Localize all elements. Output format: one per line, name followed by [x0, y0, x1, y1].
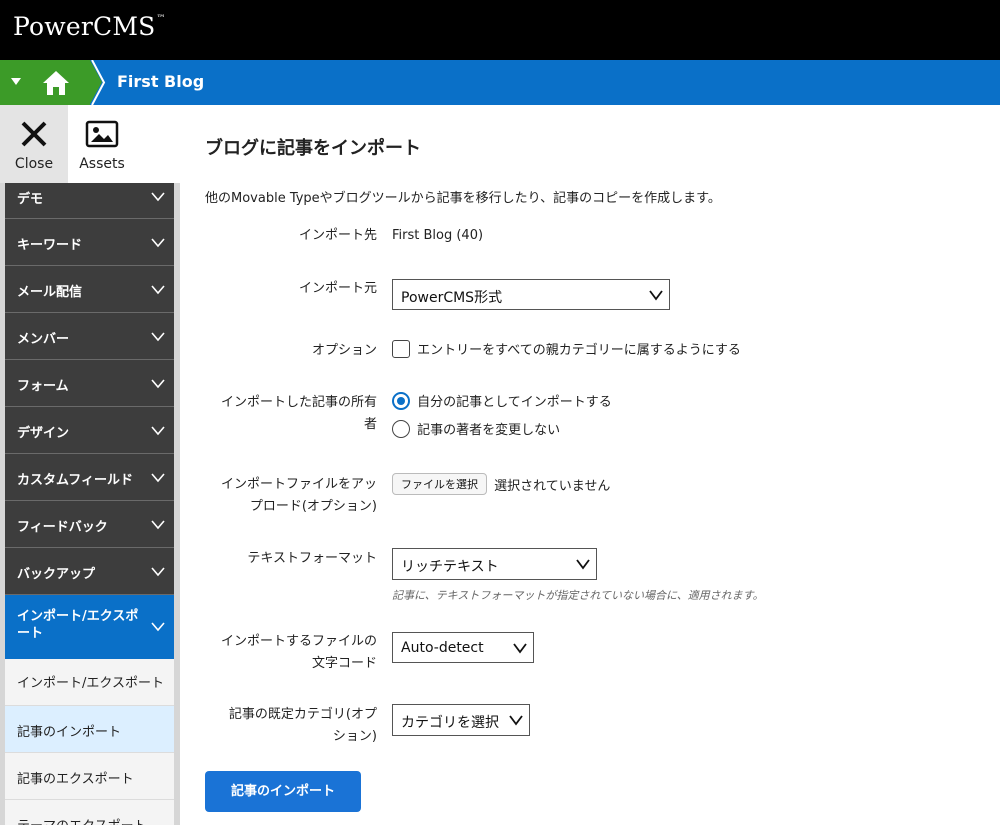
sidebar-item-members[interactable]: メンバー: [5, 313, 174, 360]
parent-category-checkbox-label[interactable]: エントリーをすべての親カテゴリーに属するようにする: [417, 343, 741, 358]
file-input: ファイルを選択 選択されていません: [392, 473, 610, 495]
encoding-label-line1: インポートするファイルの: [220, 634, 377, 649]
owner-label-line1: インポートした記事の所有: [220, 395, 377, 410]
sidebar-item-label: フィードバック: [17, 520, 108, 535]
sidebar-menu: デモ キーワード メール配信 メンバー フォーム デザイン カスタムフィールド: [5, 183, 174, 825]
page-description: 他のMovable Typeやブログツールから記事を移行したり、記事のコピーを作…: [205, 191, 721, 206]
sidebar-item-label: デモ: [17, 192, 44, 207]
sidebar-item-design[interactable]: デザイン: [5, 407, 174, 454]
chevron-down-icon: [151, 426, 165, 436]
dropdown-triangle-icon[interactable]: [11, 78, 21, 85]
sidebar-item-feedback[interactable]: フィードバック: [5, 501, 174, 548]
chevron-down-icon: [576, 559, 590, 570]
upload-label-line2: プロード(オプション): [249, 499, 377, 514]
blog-bar: First Blog: [0, 60, 1000, 105]
import-as-me-radio[interactable]: [392, 391, 410, 410]
import-as-me-label[interactable]: 自分の記事としてインポートする: [417, 395, 612, 410]
import-from-label: インポート元: [298, 281, 377, 296]
options-field: エントリーをすべての親カテゴリーに属するようにする: [392, 339, 741, 358]
chevron-down-icon: [151, 238, 165, 248]
sidebar-item-label: バックアップ: [17, 567, 96, 582]
sidebar-item-form[interactable]: フォーム: [5, 360, 174, 407]
sidebar-subitem-import-entries[interactable]: 記事のインポート: [5, 706, 174, 753]
sidebar-item-import-export[interactable]: インポート/エクスポート: [5, 595, 174, 659]
chevron-down-icon: [151, 520, 165, 530]
close-button[interactable]: Close: [0, 105, 68, 183]
sidebar-item-label: メール配信: [17, 285, 83, 300]
import-entries-button[interactable]: 記事のインポート: [205, 771, 361, 812]
page-title: ブログに記事をインポート: [205, 138, 421, 159]
chevron-down-icon: [151, 567, 165, 577]
home-icon[interactable]: [42, 70, 70, 96]
import-from-selected-value: PowerCMS形式: [401, 290, 503, 306]
text-format-label: テキストフォーマット: [247, 551, 377, 566]
close-icon: [21, 121, 47, 147]
sidebar: デモ キーワード メール配信 メンバー フォーム デザイン カスタムフィールド: [0, 183, 180, 825]
sidebar-subitem-label: 記事のエクスポート: [17, 772, 134, 787]
owner-radio-2-row: 記事の著者を変更しない: [392, 419, 560, 438]
sidebar-item-custom-field[interactable]: カスタムフィールド: [5, 454, 174, 501]
brand-bar: PowerCMS™: [0, 0, 1000, 60]
sidebar-item-label: インポート/エクスポート: [17, 609, 139, 641]
category-select[interactable]: カテゴリを選択: [392, 704, 530, 736]
trademark: ™: [156, 14, 166, 24]
upload-label-line1: インポートファイルをアッ: [220, 477, 377, 492]
import-to-value: First Blog (40): [392, 228, 484, 243]
chevron-down-icon: [151, 285, 165, 295]
chevron-down-icon: [151, 473, 165, 483]
sidebar-item-keyword[interactable]: キーワード: [5, 219, 174, 266]
sidebar-subitem-export-entries[interactable]: 記事のエクスポート: [5, 753, 174, 800]
sidebar-item-demo[interactable]: デモ: [5, 183, 174, 219]
assets-button[interactable]: Assets: [68, 105, 136, 183]
brand-logo[interactable]: PowerCMS™: [13, 12, 166, 41]
options-label: オプション: [311, 343, 377, 358]
sidebar-subitem-label: テーマのエクスポート: [17, 815, 147, 825]
sidebar-item-backup[interactable]: バックアップ: [5, 548, 174, 595]
image-icon: [85, 120, 119, 148]
text-format-hint: 記事に、テキストフォーマットが指定されていない場合に、適用されます。: [392, 589, 764, 602]
assets-label: Assets: [79, 156, 125, 172]
category-label-line1: 記事の既定カテゴリ(オプ: [228, 707, 377, 722]
encoding-selected-value: Auto-detect: [401, 640, 484, 656]
owner-radio-1-row: 自分の記事としてインポートする: [392, 391, 612, 410]
home-button[interactable]: [0, 60, 102, 105]
sidebar-item-mail[interactable]: メール配信: [5, 266, 174, 313]
chevron-down-icon: [151, 379, 165, 389]
sidebar-item-label: メンバー: [17, 332, 70, 347]
chevron-down-icon: [649, 290, 663, 301]
tool-row: Close Assets: [0, 105, 178, 183]
choose-file-button[interactable]: ファイルを選択: [392, 473, 487, 495]
sidebar-item-label: デザイン: [17, 426, 70, 441]
chevron-down-icon: [509, 715, 523, 726]
blog-name[interactable]: First Blog: [117, 72, 204, 91]
close-label: Close: [14, 156, 54, 172]
chevron-down-icon: [513, 643, 527, 654]
encoding-label-line2: 文字コード: [311, 656, 377, 671]
sidebar-subitem-import-export[interactable]: インポート/エクスポート: [5, 659, 174, 706]
chevron-down-icon: [151, 192, 165, 202]
encoding-select[interactable]: Auto-detect: [392, 632, 534, 663]
text-format-select[interactable]: リッチテキスト: [392, 548, 597, 580]
parent-category-checkbox[interactable]: [392, 339, 410, 358]
chevron-down-icon: [151, 622, 165, 632]
breadcrumb-separator-icon: [91, 60, 106, 105]
sidebar-subitem-label: 記事のインポート: [17, 725, 122, 740]
sidebar-subitem-export-theme[interactable]: テーマのエクスポート: [5, 800, 174, 825]
sidebar-item-label: キーワード: [17, 238, 83, 253]
chevron-down-icon: [151, 332, 165, 342]
category-label-line2: ション): [332, 729, 377, 744]
import-from-select[interactable]: PowerCMS形式: [392, 279, 670, 310]
import-to-label: インポート先: [298, 228, 377, 243]
brand-name: PowerCMS: [13, 12, 156, 41]
sidebar-item-label: フォーム: [17, 379, 69, 394]
preserve-author-label[interactable]: 記事の著者を変更しない: [417, 423, 560, 438]
text-format-selected-value: リッチテキスト: [401, 559, 499, 575]
owner-label-line2: 者: [363, 417, 377, 432]
sidebar-item-label: カスタムフィールド: [17, 473, 133, 488]
preserve-author-radio[interactable]: [392, 419, 410, 438]
category-selected-value: カテゴリを選択: [401, 715, 499, 731]
sidebar-subitem-label: インポート/エクスポート: [17, 676, 164, 691]
file-status: 選択されていません: [494, 478, 611, 494]
